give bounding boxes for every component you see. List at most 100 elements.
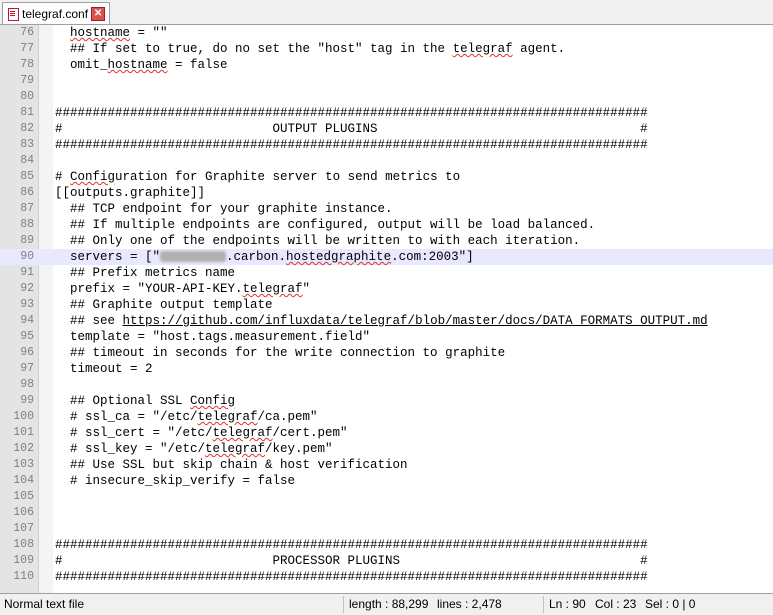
code-line[interactable]: 86 [[outputs.graphite]] xyxy=(0,185,773,201)
line-text: # ssl_cert = "/etc/telegraf/cert.pem" xyxy=(55,426,348,440)
line-number: 84 xyxy=(20,154,34,167)
code-line[interactable]: 77 ## If set to true, do no set the "hos… xyxy=(0,41,773,57)
status-length: length : 88,299 xyxy=(349,597,429,611)
line-text: ########################################… xyxy=(55,106,648,120)
line-number: 86 xyxy=(20,186,34,199)
line-number: 95 xyxy=(20,330,34,343)
status-col: Col : 23 xyxy=(595,597,637,611)
line-number: 107 xyxy=(13,522,34,535)
code-line[interactable]: 104 # insecure_skip_verify = false xyxy=(0,473,773,489)
line-text: ## Only one of the endpoints will be wri… xyxy=(55,234,581,248)
code-line[interactable]: 79 xyxy=(0,73,773,89)
code-line[interactable]: 107 xyxy=(0,521,773,537)
code-line[interactable]: 102 # ssl_key = "/etc/telegraf/key.pem" xyxy=(0,441,773,457)
line-number: 97 xyxy=(20,362,34,375)
code-line[interactable]: 94 ## see https://github.com/influxdata/… xyxy=(0,313,773,329)
line-number: 79 xyxy=(20,74,34,87)
line-number: 101 xyxy=(13,426,34,439)
line-text: ## see https://github.com/influxdata/tel… xyxy=(55,314,708,328)
code-line[interactable]: 84 xyxy=(0,153,773,169)
line-number: 80 xyxy=(20,90,34,103)
code-line[interactable]: 78 omit_hostname = false xyxy=(0,57,773,73)
line-text: ## TCP endpoint for your graphite instan… xyxy=(55,202,393,216)
line-text: # ssl_ca = "/etc/telegraf/ca.pem" xyxy=(55,410,318,424)
line-text: omit_hostname = false xyxy=(55,58,228,72)
line-number: 109 xyxy=(13,554,34,567)
code-line[interactable]: 90 servers = [" .carbon.hostedgraphite.co… xyxy=(0,249,773,265)
code-line[interactable]: 91 ## Prefix metrics name xyxy=(0,265,773,281)
line-number: 102 xyxy=(13,442,34,455)
status-divider xyxy=(543,596,544,613)
line-number: 96 xyxy=(20,346,34,359)
close-icon[interactable]: ✕ xyxy=(91,6,106,21)
code-line[interactable]: 88 ## If multiple endpoints are configur… xyxy=(0,217,773,233)
line-text: ## Graphite output template xyxy=(55,298,273,312)
line-text: ## Optional SSL Config xyxy=(55,394,236,408)
line-number: 87 xyxy=(20,202,34,215)
line-number: 90 xyxy=(20,250,34,263)
line-number: 82 xyxy=(20,122,34,135)
code-line[interactable]: 105 xyxy=(0,489,773,505)
status-ln: Ln : 90 xyxy=(549,597,586,611)
code-line[interactable]: 100 # ssl_ca = "/etc/telegraf/ca.pem" xyxy=(0,409,773,425)
code-line[interactable]: 99 ## Optional SSL Config xyxy=(0,393,773,409)
line-text: prefix = "YOUR-API-KEY.telegraf" xyxy=(55,282,311,296)
code-line[interactable]: 85 # Configuration for Graphite server to… xyxy=(0,169,773,185)
code-line[interactable]: 110 #####################################… xyxy=(0,569,773,585)
line-text: timeout = 2 xyxy=(55,362,153,376)
docs-link[interactable]: https://github.com/influxdata/telegraf/b… xyxy=(123,314,708,328)
line-text: # PROCESSOR PLUGINS # xyxy=(55,554,648,568)
line-text: hostname = "" xyxy=(70,26,168,40)
line-text: ########################################… xyxy=(55,570,648,584)
line-number: 85 xyxy=(20,170,34,183)
line-number: 83 xyxy=(20,138,34,151)
code-editor[interactable]: 76 hostname = "" 77 ## If set to true, do… xyxy=(0,25,773,593)
tab-telegraf-conf[interactable]: telegraf.conf ✕ xyxy=(2,2,111,24)
code-line[interactable]: 103 ## Use SSL but skip chain & host ver… xyxy=(0,457,773,473)
code-line[interactable]: 81 ######################################… xyxy=(0,105,773,121)
line-text: # insecure_skip_verify = false xyxy=(55,474,296,488)
line-number: 78 xyxy=(20,58,34,71)
code-line[interactable]: 108 #####################################… xyxy=(0,537,773,553)
line-number: 92 xyxy=(20,282,34,295)
file-icon xyxy=(7,7,19,21)
line-text: # ssl_key = "/etc/telegraf/key.pem" xyxy=(55,442,333,456)
code-line[interactable]: 82 # OUTPUT PLUGINS # xyxy=(0,121,773,137)
line-text: ## Prefix metrics name xyxy=(55,266,236,280)
line-text: # Configuration for Graphite server to s… xyxy=(55,170,461,184)
line-text: [[outputs.graphite]] xyxy=(55,186,206,200)
tab-bar: telegraf.conf ✕ xyxy=(0,0,773,25)
tab-filename: telegraf.conf xyxy=(22,6,89,21)
line-number: 88 xyxy=(20,218,34,231)
line-text: ########################################… xyxy=(55,138,648,152)
status-filetype: Normal text file xyxy=(4,597,85,611)
line-number: 105 xyxy=(13,490,34,503)
line-text: servers = [" .carbon.hostedgraphite.com:2… xyxy=(55,250,474,264)
code-line[interactable]: 95 template = "host.tags.measurement.fie… xyxy=(0,329,773,345)
line-number: 91 xyxy=(20,266,34,279)
code-line[interactable]: 89 ## Only one of the endpoints will be … xyxy=(0,233,773,249)
code-line[interactable]: 101 # ssl_cert = "/etc/telegraf/cert.pem… xyxy=(0,425,773,441)
code-line[interactable]: 98 xyxy=(0,377,773,393)
code-line[interactable]: 93 ## Graphite output template xyxy=(0,297,773,313)
line-number: 104 xyxy=(13,474,34,487)
status-bar: Normal text file length : 88,299 lines :… xyxy=(0,593,773,615)
code-line[interactable]: 87 ## TCP endpoint for your graphite ins… xyxy=(0,201,773,217)
line-number: 100 xyxy=(13,410,34,423)
line-text: ########################################… xyxy=(55,538,648,552)
line-number: 76 xyxy=(20,26,34,39)
status-divider xyxy=(343,596,344,613)
line-number: 98 xyxy=(20,378,34,391)
code-line[interactable]: 76 hostname = "" xyxy=(0,25,773,41)
code-line[interactable]: 92 prefix = "YOUR-API-KEY.telegraf" xyxy=(0,281,773,297)
line-number: 108 xyxy=(13,538,34,551)
code-line[interactable]: 106 xyxy=(0,505,773,521)
line-number: 93 xyxy=(20,298,34,311)
code-line[interactable]: 109 # PROCESSOR PLUGINS # xyxy=(0,553,773,569)
line-number: 77 xyxy=(20,42,34,55)
code-line[interactable]: 83 ######################################… xyxy=(0,137,773,153)
line-number: 94 xyxy=(20,314,34,327)
code-line[interactable]: 80 xyxy=(0,89,773,105)
code-line[interactable]: 96 ## timeout in seconds for the write c… xyxy=(0,345,773,361)
code-line[interactable]: 97 timeout = 2 xyxy=(0,361,773,377)
